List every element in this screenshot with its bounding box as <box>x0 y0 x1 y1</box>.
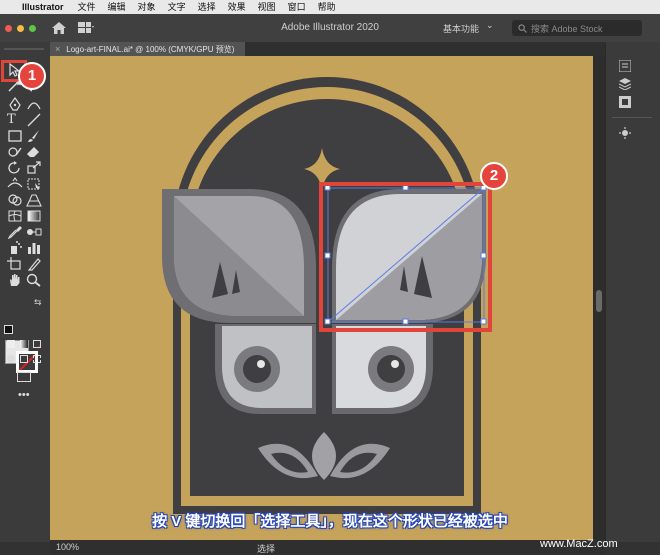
menu-select[interactable]: 选择 <box>198 0 216 14</box>
shaper-tool-icon[interactable] <box>7 145 23 159</box>
step-badge-2: 2 <box>480 162 508 190</box>
menu-object[interactable]: 对象 <box>138 0 156 14</box>
blend-tool-icon[interactable] <box>26 225 42 239</box>
draw-behind-icon[interactable] <box>20 355 28 363</box>
gradient-tool-icon[interactable] <box>26 209 42 223</box>
column-graph-tool-icon[interactable] <box>26 241 42 255</box>
workspace-switcher[interactable]: 基本功能 <box>443 22 479 35</box>
hand-tool-icon[interactable] <box>7 273 23 287</box>
search-icon <box>518 23 527 33</box>
none-mode-icon[interactable] <box>33 340 41 348</box>
free-transform-tool-icon[interactable] <box>26 177 42 191</box>
pen-tool-icon[interactable] <box>7 96 23 111</box>
paintbrush-tool-icon[interactable] <box>26 129 42 143</box>
mesh-tool-icon[interactable] <box>7 209 23 223</box>
menu-app-name[interactable]: Illustrator <box>22 0 64 14</box>
artboard-canvas[interactable]: 2 <box>50 56 605 540</box>
default-fill-stroke-icon[interactable] <box>4 325 13 334</box>
libraries-panel-icon[interactable] <box>619 95 631 108</box>
document-tab-label: Logo-art-FINAL.ai* @ 100% (CMYK/GPU 预览) <box>66 44 235 54</box>
properties-panel-icon[interactable] <box>618 59 632 73</box>
zoom-tool-icon[interactable] <box>26 273 42 287</box>
eraser-tool-icon[interactable] <box>26 145 42 159</box>
home-icon[interactable] <box>52 22 66 34</box>
close-window-button[interactable] <box>5 24 12 32</box>
current-tool-status[interactable]: 选择 <box>257 542 275 555</box>
zoom-window-button[interactable] <box>29 24 36 32</box>
step-badge-1: 1 <box>18 62 46 90</box>
menu-view[interactable]: 视图 <box>258 0 276 14</box>
color-mode-icon[interactable] <box>7 340 15 348</box>
change-screen-mode-icon[interactable] <box>17 372 31 382</box>
toolbar-grip[interactable] <box>4 48 44 50</box>
menu-effect[interactable]: 效果 <box>228 0 246 14</box>
rectangle-tool-icon[interactable] <box>7 129 23 143</box>
artboard-tool-icon[interactable] <box>7 257 23 271</box>
draw-normal-icon[interactable] <box>7 355 15 363</box>
search-placeholder: 搜索 Adobe Stock <box>531 23 603 34</box>
logo-artwork <box>162 77 492 514</box>
curvature-tool-icon[interactable] <box>26 97 42 111</box>
minimize-window-button[interactable] <box>17 24 24 32</box>
menu-file[interactable]: 文件 <box>78 0 96 14</box>
close-tab-icon[interactable]: × <box>55 44 60 54</box>
panel-dock <box>605 42 660 542</box>
scrollbar-thumb[interactable] <box>596 290 602 312</box>
draw-inside-icon[interactable] <box>33 355 41 363</box>
menu-edit[interactable]: 编辑 <box>108 0 126 14</box>
chevron-down-icon[interactable]: ⌄ <box>486 20 494 31</box>
eyedropper-tool-icon[interactable] <box>7 225 23 240</box>
watermark: www.MacZ.com <box>540 538 618 550</box>
rotate-tool-icon[interactable] <box>7 161 23 175</box>
symbol-sprayer-tool-icon[interactable] <box>7 241 23 255</box>
menu-type[interactable]: 文字 <box>168 0 186 14</box>
gradient-mode-icon[interactable] <box>20 340 28 348</box>
document-tab[interactable]: × Logo-art-FINAL.ai* @ 100% (CMYK/GPU 预览… <box>50 42 245 56</box>
menu-bar: Illustrator 文件 编辑 对象 文字 选择 效果 视图 窗口 帮助 <box>0 0 660 14</box>
adobe-stock-search[interactable]: 搜索 Adobe Stock <box>512 20 642 36</box>
arrange-documents-icon[interactable] <box>78 22 94 34</box>
slice-tool-icon[interactable] <box>26 257 42 271</box>
edit-toolbar-icon[interactable]: ••• <box>18 390 30 401</box>
swap-fill-stroke-icon[interactable]: ⇆ <box>34 297 42 308</box>
menu-window[interactable]: 窗口 <box>288 0 306 14</box>
scale-tool-icon[interactable] <box>26 161 42 175</box>
status-bar: 100% 选择 <box>50 540 605 554</box>
menu-help[interactable]: 帮助 <box>318 0 336 14</box>
layers-panel-icon[interactable] <box>618 77 632 91</box>
app-bar: Adobe Illustrator 2020 基本功能 ⌄ 搜索 Adobe S… <box>0 14 660 42</box>
line-segment-tool-icon[interactable] <box>26 113 42 127</box>
type-tool-icon[interactable]: T <box>7 113 23 127</box>
tools-panel: T ⇆ ••• 1 <box>0 42 50 542</box>
perspective-grid-tool-icon[interactable] <box>26 193 42 207</box>
appearance-panel-icon[interactable] <box>619 126 631 139</box>
shape-builder-tool-icon[interactable] <box>7 193 23 207</box>
width-tool-icon[interactable] <box>7 177 23 191</box>
zoom-level[interactable]: 100% <box>56 542 79 552</box>
